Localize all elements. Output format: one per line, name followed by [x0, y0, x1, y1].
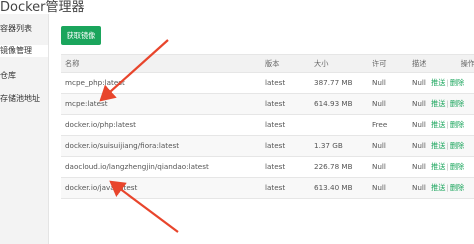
action-separator: | — [446, 162, 449, 171]
action-separator: | — [446, 78, 449, 87]
table-row: docker.io/java:latest latest 613.40 MB N… — [61, 178, 474, 199]
app-title: Docker管理器 — [0, 0, 85, 15]
action-separator: | — [446, 120, 449, 129]
action-separator: | — [446, 99, 449, 108]
image-name: docker.io/java:latest — [65, 183, 138, 192]
sidebar-item-images[interactable]: 镜像管理 — [0, 45, 48, 57]
image-name: daocloud.io/langzhengjin/qiandao:latest — [65, 162, 209, 171]
image-table: 名称 版本 大小 许可 描述 操作 mcpe_php:latest latest… — [61, 54, 474, 199]
image-size: 226.78 MB — [314, 162, 353, 171]
header-license[interactable]: 许可 — [372, 55, 410, 72]
table-body: mcpe_php:latest latest 387.77 MB Null Nu… — [61, 73, 474, 199]
image-version: latest — [265, 78, 286, 87]
header-version[interactable]: 版本 — [265, 55, 311, 72]
image-license: Null — [372, 141, 386, 150]
delete-link[interactable]: 删除 — [450, 162, 464, 171]
push-link[interactable]: 推送 — [431, 120, 445, 129]
action-separator: | — [446, 141, 449, 150]
row-actions: 推送|删除 — [431, 157, 474, 177]
image-version: latest — [265, 141, 286, 150]
image-license: Null — [372, 99, 386, 108]
image-license: Free — [372, 120, 388, 129]
push-link[interactable]: 推送 — [431, 162, 445, 171]
image-size: 387.77 MB — [314, 78, 353, 87]
push-link[interactable]: 推送 — [431, 78, 445, 87]
delete-link[interactable]: 删除 — [450, 183, 464, 192]
row-actions: 推送|删除 — [431, 94, 474, 114]
image-version: latest — [265, 183, 286, 192]
image-version: latest — [265, 99, 286, 108]
image-license: Null — [372, 78, 386, 87]
main-panel: 获取镜像 名称 版本 大小 许可 描述 操作 mcpe_php:latest l… — [49, 14, 474, 244]
header-ops: 操作 — [460, 59, 474, 68]
delete-link[interactable]: 删除 — [450, 120, 464, 129]
table-row: docker.io/suisuijiang/fiora:latest lates… — [61, 136, 474, 157]
push-link[interactable]: 推送 — [431, 99, 445, 108]
header-name[interactable]: 名称 — [65, 55, 261, 72]
image-version: latest — [265, 162, 286, 171]
fetch-image-button[interactable]: 获取镜像 — [61, 26, 101, 45]
header-size[interactable]: 大小 — [314, 55, 370, 72]
row-actions: 推送|删除 — [431, 178, 474, 198]
table-row: docker.io/php:latest latest Free Null 推送… — [61, 115, 474, 136]
image-size: 1.37 GB — [314, 141, 343, 150]
sidebar-item-storage-pool[interactable]: 存储池地址 — [0, 93, 48, 105]
sidebar-item-containers[interactable]: 容器列表 — [0, 23, 48, 35]
row-actions: 推送|删除 — [431, 73, 474, 93]
row-actions: 推送|删除 — [431, 136, 474, 156]
table-header: 名称 版本 大小 许可 描述 操作 — [61, 55, 474, 73]
push-link[interactable]: 推送 — [431, 183, 445, 192]
sidebar-item-registry[interactable]: 仓库 — [0, 70, 48, 82]
image-name: mcpe_php:latest — [65, 78, 125, 87]
delete-link[interactable]: 删除 — [450, 78, 464, 87]
image-size: 614.93 MB — [314, 99, 353, 108]
delete-link[interactable]: 删除 — [450, 99, 464, 108]
table-row: daocloud.io/langzhengjin/qiandao:latest … — [61, 157, 474, 178]
row-actions: 推送|删除 — [431, 115, 474, 135]
image-name: docker.io/php:latest — [65, 120, 136, 129]
image-name: mcpe:latest — [65, 99, 108, 108]
table-row: mcpe:latest latest 614.93 MB Null Null 推… — [61, 94, 474, 115]
image-license: Null — [372, 162, 386, 171]
push-link[interactable]: 推送 — [431, 141, 445, 150]
image-size: 613.40 MB — [314, 183, 353, 192]
sidebar: 容器列表 镜像管理 仓库 存储池地址 — [0, 14, 49, 244]
delete-link[interactable]: 删除 — [450, 141, 464, 150]
table-row: mcpe_php:latest latest 387.77 MB Null Nu… — [61, 73, 474, 94]
image-name: docker.io/suisuijiang/fiora:latest — [65, 141, 180, 150]
image-license: Null — [372, 183, 386, 192]
image-version: latest — [265, 120, 286, 129]
action-separator: | — [446, 183, 449, 192]
